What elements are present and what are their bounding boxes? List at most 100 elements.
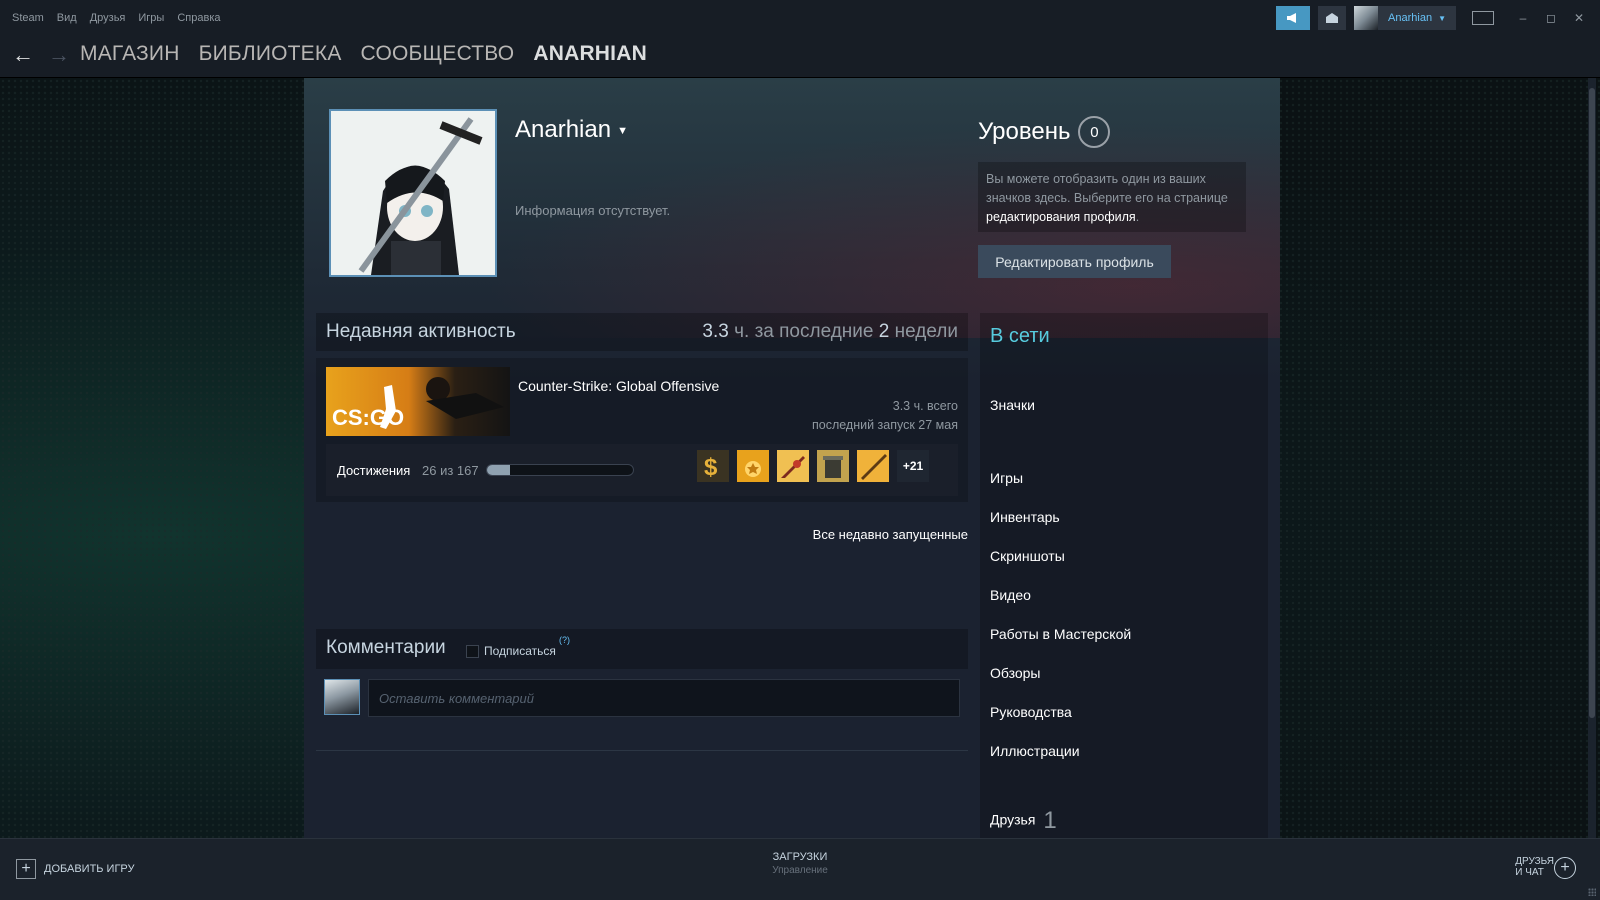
more-achievements-badge[interactable]: +21: [897, 450, 929, 482]
comments-header: Комментарии Подписаться (?): [316, 629, 968, 669]
subscribe-help-link[interactable]: (?): [559, 635, 570, 645]
minimize-icon[interactable]: –: [1516, 11, 1530, 25]
badge-hint: Вы можете отобразить один из ваших значк…: [978, 162, 1246, 232]
history-arrows: ← →: [12, 42, 70, 68]
subscribe-label[interactable]: Подписаться: [484, 644, 556, 658]
title-bar: Steam Вид Друзья Игры Справка Anarhian ▼…: [0, 0, 1600, 36]
grenade-achievement-icon[interactable]: [817, 450, 849, 482]
scrollbar-thumb[interactable]: [1589, 88, 1595, 718]
main-nav: ← → МАГАЗИН БИБЛИОТЕКА СООБЩЕСТВО ANARHI…: [0, 36, 1600, 78]
playtime-weeks-suffix: недели: [894, 321, 958, 342]
friends-label: Друзья: [990, 811, 1036, 828]
nav-community[interactable]: СООБЩЕСТВО: [361, 42, 515, 66]
badge-hint-suffix: .: [1135, 210, 1140, 224]
add-game-button[interactable]: + ДОБАВИТЬ ИГРУ: [16, 859, 135, 879]
sidebar-item-reviews[interactable]: Обзоры: [990, 665, 1041, 681]
nav-library[interactable]: БИБЛИОТЕКА: [199, 42, 342, 66]
recent-activity-playtime: 3.3 ч. за последние 2 недели: [702, 321, 958, 343]
level-badge: 0: [1078, 116, 1111, 148]
add-game-label: ДОБАВИТЬ ИГРУ: [44, 863, 135, 875]
sidebar-item-artwork[interactable]: Иллюстрации: [990, 743, 1080, 759]
topbar-avatar: [1354, 6, 1379, 30]
envelope-icon: [1326, 13, 1339, 23]
achievements-label[interactable]: Достижения: [337, 463, 410, 478]
big-picture-icon[interactable]: [1472, 11, 1494, 25]
sidebar-item-guides[interactable]: Руководства: [990, 704, 1072, 720]
downloads-button[interactable]: ЗАГРУЗКИ Управление: [700, 851, 900, 876]
menu-friends[interactable]: Друзья: [90, 12, 126, 24]
dollar-achievement-icon[interactable]: $: [697, 450, 729, 482]
sidebar-item-workshop[interactable]: Работы в Мастерской: [990, 626, 1131, 642]
comments-divider: [316, 750, 968, 751]
add-friend-icon[interactable]: +: [1554, 857, 1576, 879]
ten-star-achievement-icon[interactable]: [737, 450, 769, 482]
bottom-bar: + ДОБАВИТЬ ИГРУ ЗАГРУЗКИ Управление ДРУЗ…: [0, 838, 1600, 900]
megaphone-icon: [1287, 13, 1297, 23]
edit-profile-link[interactable]: редактирования профиля: [986, 210, 1136, 224]
comment-input[interactable]: [368, 679, 960, 717]
svg-text:$: $: [704, 454, 718, 481]
menu-steam[interactable]: Steam: [12, 12, 44, 24]
achievements-count: 26 из 167: [422, 463, 479, 478]
menu-help[interactable]: Справка: [177, 12, 220, 24]
page-scrollbar[interactable]: [1588, 78, 1596, 838]
resize-grip-icon[interactable]: [1588, 888, 1596, 896]
friends-chat-line2: И ЧАТ: [1515, 867, 1544, 878]
friends-chat-button[interactable]: ДРУЗЬЯ И ЧАТ: [1515, 856, 1554, 878]
forward-arrow-icon[interactable]: →: [48, 42, 70, 68]
close-icon[interactable]: ✕: [1572, 11, 1586, 25]
playtime-hours-suffix: ч. за последние: [734, 321, 874, 342]
friends-chat-line1: ДРУЗЬЯ: [1515, 856, 1554, 867]
sidebar-item-videos[interactable]: Видео: [990, 587, 1031, 603]
nav-store[interactable]: МАГАЗИН: [80, 42, 180, 66]
csgo-logo-image: CS:GO: [332, 377, 504, 430]
chevron-down-icon: ▼: [1438, 13, 1446, 23]
account-menu-button[interactable]: Anarhian ▼: [1354, 6, 1456, 30]
profile-name-text: Anarhian: [515, 116, 612, 143]
achievements-progress-fill: [487, 465, 510, 475]
knife-achievement-icon[interactable]: [777, 450, 809, 482]
profile-avatar: [329, 109, 497, 277]
menu-games[interactable]: Игры: [138, 12, 164, 24]
friends-count: 1: [1043, 807, 1057, 834]
plus-icon: +: [16, 859, 36, 879]
back-arrow-icon[interactable]: ←: [12, 42, 34, 68]
all-recent-games-link[interactable]: Все недавно запущенные: [813, 527, 968, 542]
achievements-bar: Достижения 26 из 167 $ +21: [326, 444, 958, 496]
edit-profile-button[interactable]: Редактировать профиль: [978, 245, 1171, 278]
sidebar-item-friends[interactable]: Друзья 1: [990, 807, 1057, 835]
window-controls: – ◻ ✕: [1516, 11, 1586, 25]
nav-links: МАГАЗИН БИБЛИОТЕКА СООБЩЕСТВО ANARHIAN: [80, 42, 647, 66]
topbar-username: Anarhian: [1388, 12, 1433, 24]
caret-down-icon[interactable]: ▼: [617, 125, 628, 137]
downloads-label: ЗАГРУЗКИ: [772, 851, 828, 863]
menu-bar: Steam Вид Друзья Игры Справка: [12, 12, 221, 24]
profile-level: Уровень 0: [978, 116, 1111, 148]
announcements-button[interactable]: [1276, 6, 1311, 30]
game-capsule[interactable]: CS:GO: [326, 367, 510, 436]
maximize-icon[interactable]: ◻: [1544, 11, 1558, 25]
downloads-sublabel: Управление: [772, 865, 828, 876]
rifle-achievement-icon[interactable]: [857, 450, 889, 482]
badge-hint-prefix: Вы можете отобразить один из ваших значк…: [986, 172, 1228, 205]
game-name[interactable]: Counter-Strike: Global Offensive: [518, 378, 719, 394]
sidebar-item-screenshots[interactable]: Скриншоты: [990, 548, 1065, 564]
comments-title: Комментарии: [326, 637, 446, 658]
profile-name[interactable]: Anarhian ▼: [515, 116, 628, 144]
playtime-hours: 3.3: [702, 321, 729, 342]
recent-activity-title: Недавняя активность: [326, 321, 516, 342]
online-status: В сети: [990, 325, 1050, 347]
notifications-button[interactable]: [1318, 6, 1347, 30]
nav-profile[interactable]: ANARHIAN: [533, 42, 647, 66]
menu-view[interactable]: Вид: [57, 12, 77, 24]
sidebar-item-inventory[interactable]: Инвентарь: [990, 509, 1060, 525]
game-last-played: последний запуск 27 мая: [811, 418, 958, 432]
game-capsule-text: CS:GO: [332, 405, 404, 430]
avatar-image: [331, 111, 495, 275]
sidebar-badges[interactable]: Значки: [990, 397, 1035, 413]
sidebar-item-games[interactable]: Игры: [990, 470, 1023, 486]
subscribe-checkbox[interactable]: [466, 645, 479, 658]
playtime-weeks: 2: [878, 321, 890, 342]
profile-summary: Информация отсутствует.: [515, 203, 671, 218]
achievements-progress: [486, 464, 634, 476]
